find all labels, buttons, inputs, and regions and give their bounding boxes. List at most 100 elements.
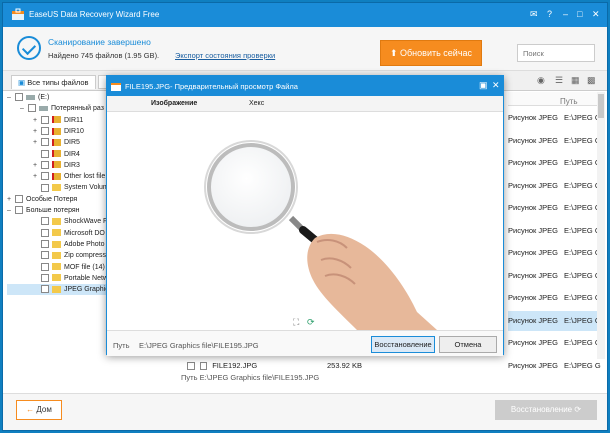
list-scrollbar[interactable] [597, 92, 605, 372]
table-row[interactable]: Рисунок JPEG E:\JPEG G [508, 153, 603, 173]
tree-checkbox[interactable] [15, 206, 23, 215]
scrollbar-thumb[interactable] [598, 94, 604, 118]
tree-item[interactable]: Portable Netw [7, 273, 108, 284]
tree-item[interactable]: + DIR3 [7, 160, 80, 171]
tree-item[interactable]: JPEG Graphics [7, 284, 111, 296]
tree-item[interactable]: – Потерянный раз [7, 103, 104, 114]
maximize-icon[interactable]: ▣ [479, 80, 488, 91]
help-icon[interactable]: ? [547, 9, 552, 19]
tree-item-label: System Volum [64, 184, 109, 192]
maximize-icon[interactable]: □ [577, 9, 582, 19]
dialog-path-value: E:\JPEG Graphics file\FILE195.JPG [139, 341, 259, 350]
update-now-button[interactable]: ⬆ Обновить сейчас [380, 40, 482, 66]
table-row[interactable]: Рисунок JPEG E:\JPEG G [508, 243, 603, 263]
table-row[interactable]: Рисунок JPEG E:\JPEG G [508, 333, 603, 353]
home-button[interactable]: ← Дом [16, 400, 62, 420]
tree-checkbox[interactable] [41, 240, 49, 249]
tree-item[interactable]: + Особые Потеря [7, 194, 77, 205]
tree-expander[interactable]: – [20, 103, 28, 114]
tree-checkbox[interactable] [41, 285, 49, 294]
tree-item[interactable]: Microsoft DO [7, 228, 105, 239]
table-row[interactable]: Рисунок JPEG E:\JPEG G [508, 131, 603, 151]
tree-expander[interactable]: – [7, 205, 15, 216]
tree-expander[interactable]: + [33, 115, 41, 126]
tree-item[interactable]: + DIR11 [7, 115, 83, 126]
folder-icon [52, 172, 61, 180]
scan-status-detail: Найдено 745 файлов (1.95 GB). [48, 51, 160, 60]
tree-expander[interactable]: + [7, 194, 15, 205]
table-row[interactable]: Рисунок JPEG E:\JPEG G [508, 266, 603, 286]
minimize-icon[interactable]: – [563, 9, 568, 19]
table-row[interactable]: Рисунок JPEG E:\JPEG G [508, 176, 603, 196]
tree-checkbox[interactable] [41, 273, 49, 282]
close-icon[interactable]: ✕ [492, 80, 500, 91]
tree-checkbox[interactable] [41, 138, 49, 147]
file-type: Рисунок JPEG [508, 180, 558, 190]
dialog-tabs: Изображение Хекс [107, 96, 503, 112]
tree-checkbox[interactable] [41, 262, 49, 271]
table-row[interactable]: Рисунок JPEG E:\JPEG G [508, 288, 603, 308]
restore-button[interactable]: Восстановление ⟳ [495, 400, 597, 420]
tab-all-file-types[interactable]: ▣ Все типы файлов [11, 75, 96, 89]
table-row[interactable]: Рисунок JPEG E:\JPEG G [508, 108, 603, 128]
tree-checkbox[interactable] [41, 172, 49, 181]
list-view-icon[interactable]: ☰ [555, 75, 563, 86]
table-row[interactable]: Рисунок JPEG E:\JPEG G [508, 198, 603, 218]
file-type: Рисунок JPEG [508, 113, 558, 122]
app-logo-icon [111, 83, 121, 91]
tree-item[interactable]: MOF file (14) [7, 262, 105, 273]
table-row[interactable]: Рисунок JPEG E:\JPEG G [508, 221, 603, 241]
tree-checkbox[interactable] [41, 127, 49, 136]
tree-checkbox[interactable] [41, 228, 49, 237]
tree-item[interactable]: – (E:) [7, 92, 49, 103]
tree-checkbox[interactable] [41, 149, 49, 158]
tree-item[interactable]: ShockWave F [7, 216, 107, 227]
tree-checkbox[interactable] [28, 104, 36, 113]
file-list: Рисунок JPEG E:\JPEG G Рисунок JPEG E:\JPEG… [508, 92, 605, 372]
tab-hex[interactable]: Хекс [249, 100, 264, 107]
tree-checkbox[interactable] [41, 217, 49, 226]
tree-item[interactable]: System Volum [7, 182, 109, 193]
search-input[interactable] [517, 44, 595, 62]
dialog-title: FILE195.JPG- Предварительный просмотр Фа… [125, 82, 298, 91]
tab-image[interactable]: Изображение [151, 100, 197, 107]
table-row[interactable]: FILE192.JPG 253.92 KB Рисунок JPEG E:\JP… [181, 359, 607, 372]
preview-eye-icon[interactable]: ◉ [537, 75, 545, 86]
tree-checkbox[interactable] [41, 183, 49, 192]
upload-arrow-icon: ⬆ [389, 48, 398, 58]
tree-item[interactable]: + Other lost file [7, 171, 105, 182]
tree-checkbox[interactable] [41, 251, 49, 260]
table-row[interactable]: Рисунок JPEG E:\JPEG G [508, 310, 603, 331]
folder-icon [39, 105, 48, 111]
tree-item[interactable]: – Больше потерян [7, 205, 80, 216]
tree-checkbox[interactable] [15, 194, 23, 203]
details-view-icon[interactable]: ▦ [571, 75, 580, 86]
dialog-cancel-button[interactable]: Отмена [439, 336, 497, 353]
check-circle-icon [17, 36, 41, 60]
tree-item[interactable]: DIR4 [7, 149, 80, 160]
tree-expander[interactable]: – [7, 92, 15, 103]
close-icon[interactable]: ✕ [592, 9, 600, 20]
tree-expander[interactable]: + [33, 126, 41, 137]
tree-expander[interactable]: + [33, 137, 41, 148]
tree-checkbox[interactable] [41, 115, 49, 124]
tree-item[interactable]: + DIR10 [7, 126, 84, 137]
tree-expander[interactable]: + [33, 171, 41, 182]
grid-view-icon[interactable]: ▩ [587, 75, 596, 86]
rotate-icon[interactable]: ⟳ [307, 317, 315, 328]
folder-icon [52, 138, 61, 146]
tree-item[interactable]: Adobe Photo [7, 239, 104, 250]
tree-checkbox[interactable] [15, 93, 23, 102]
row-checkbox[interactable] [187, 362, 195, 371]
tree-item[interactable]: + DIR5 [7, 137, 80, 148]
dialog-restore-button[interactable]: Восстановление [371, 336, 435, 353]
file-path: E:\JPEG G [564, 293, 601, 302]
tree-expander[interactable]: + [33, 160, 41, 171]
fit-screen-icon[interactable]: ⛶ [293, 317, 299, 328]
tree-item[interactable]: Zip compress [7, 250, 106, 261]
file-type: Рисунок JPEG [508, 270, 558, 280]
export-scan-link[interactable]: Экспорт состояния проверки [175, 51, 275, 60]
tree-item-label: Потерянный раз [51, 105, 104, 113]
tree-checkbox[interactable] [41, 160, 49, 169]
chat-icon[interactable]: ✉ [530, 9, 538, 20]
